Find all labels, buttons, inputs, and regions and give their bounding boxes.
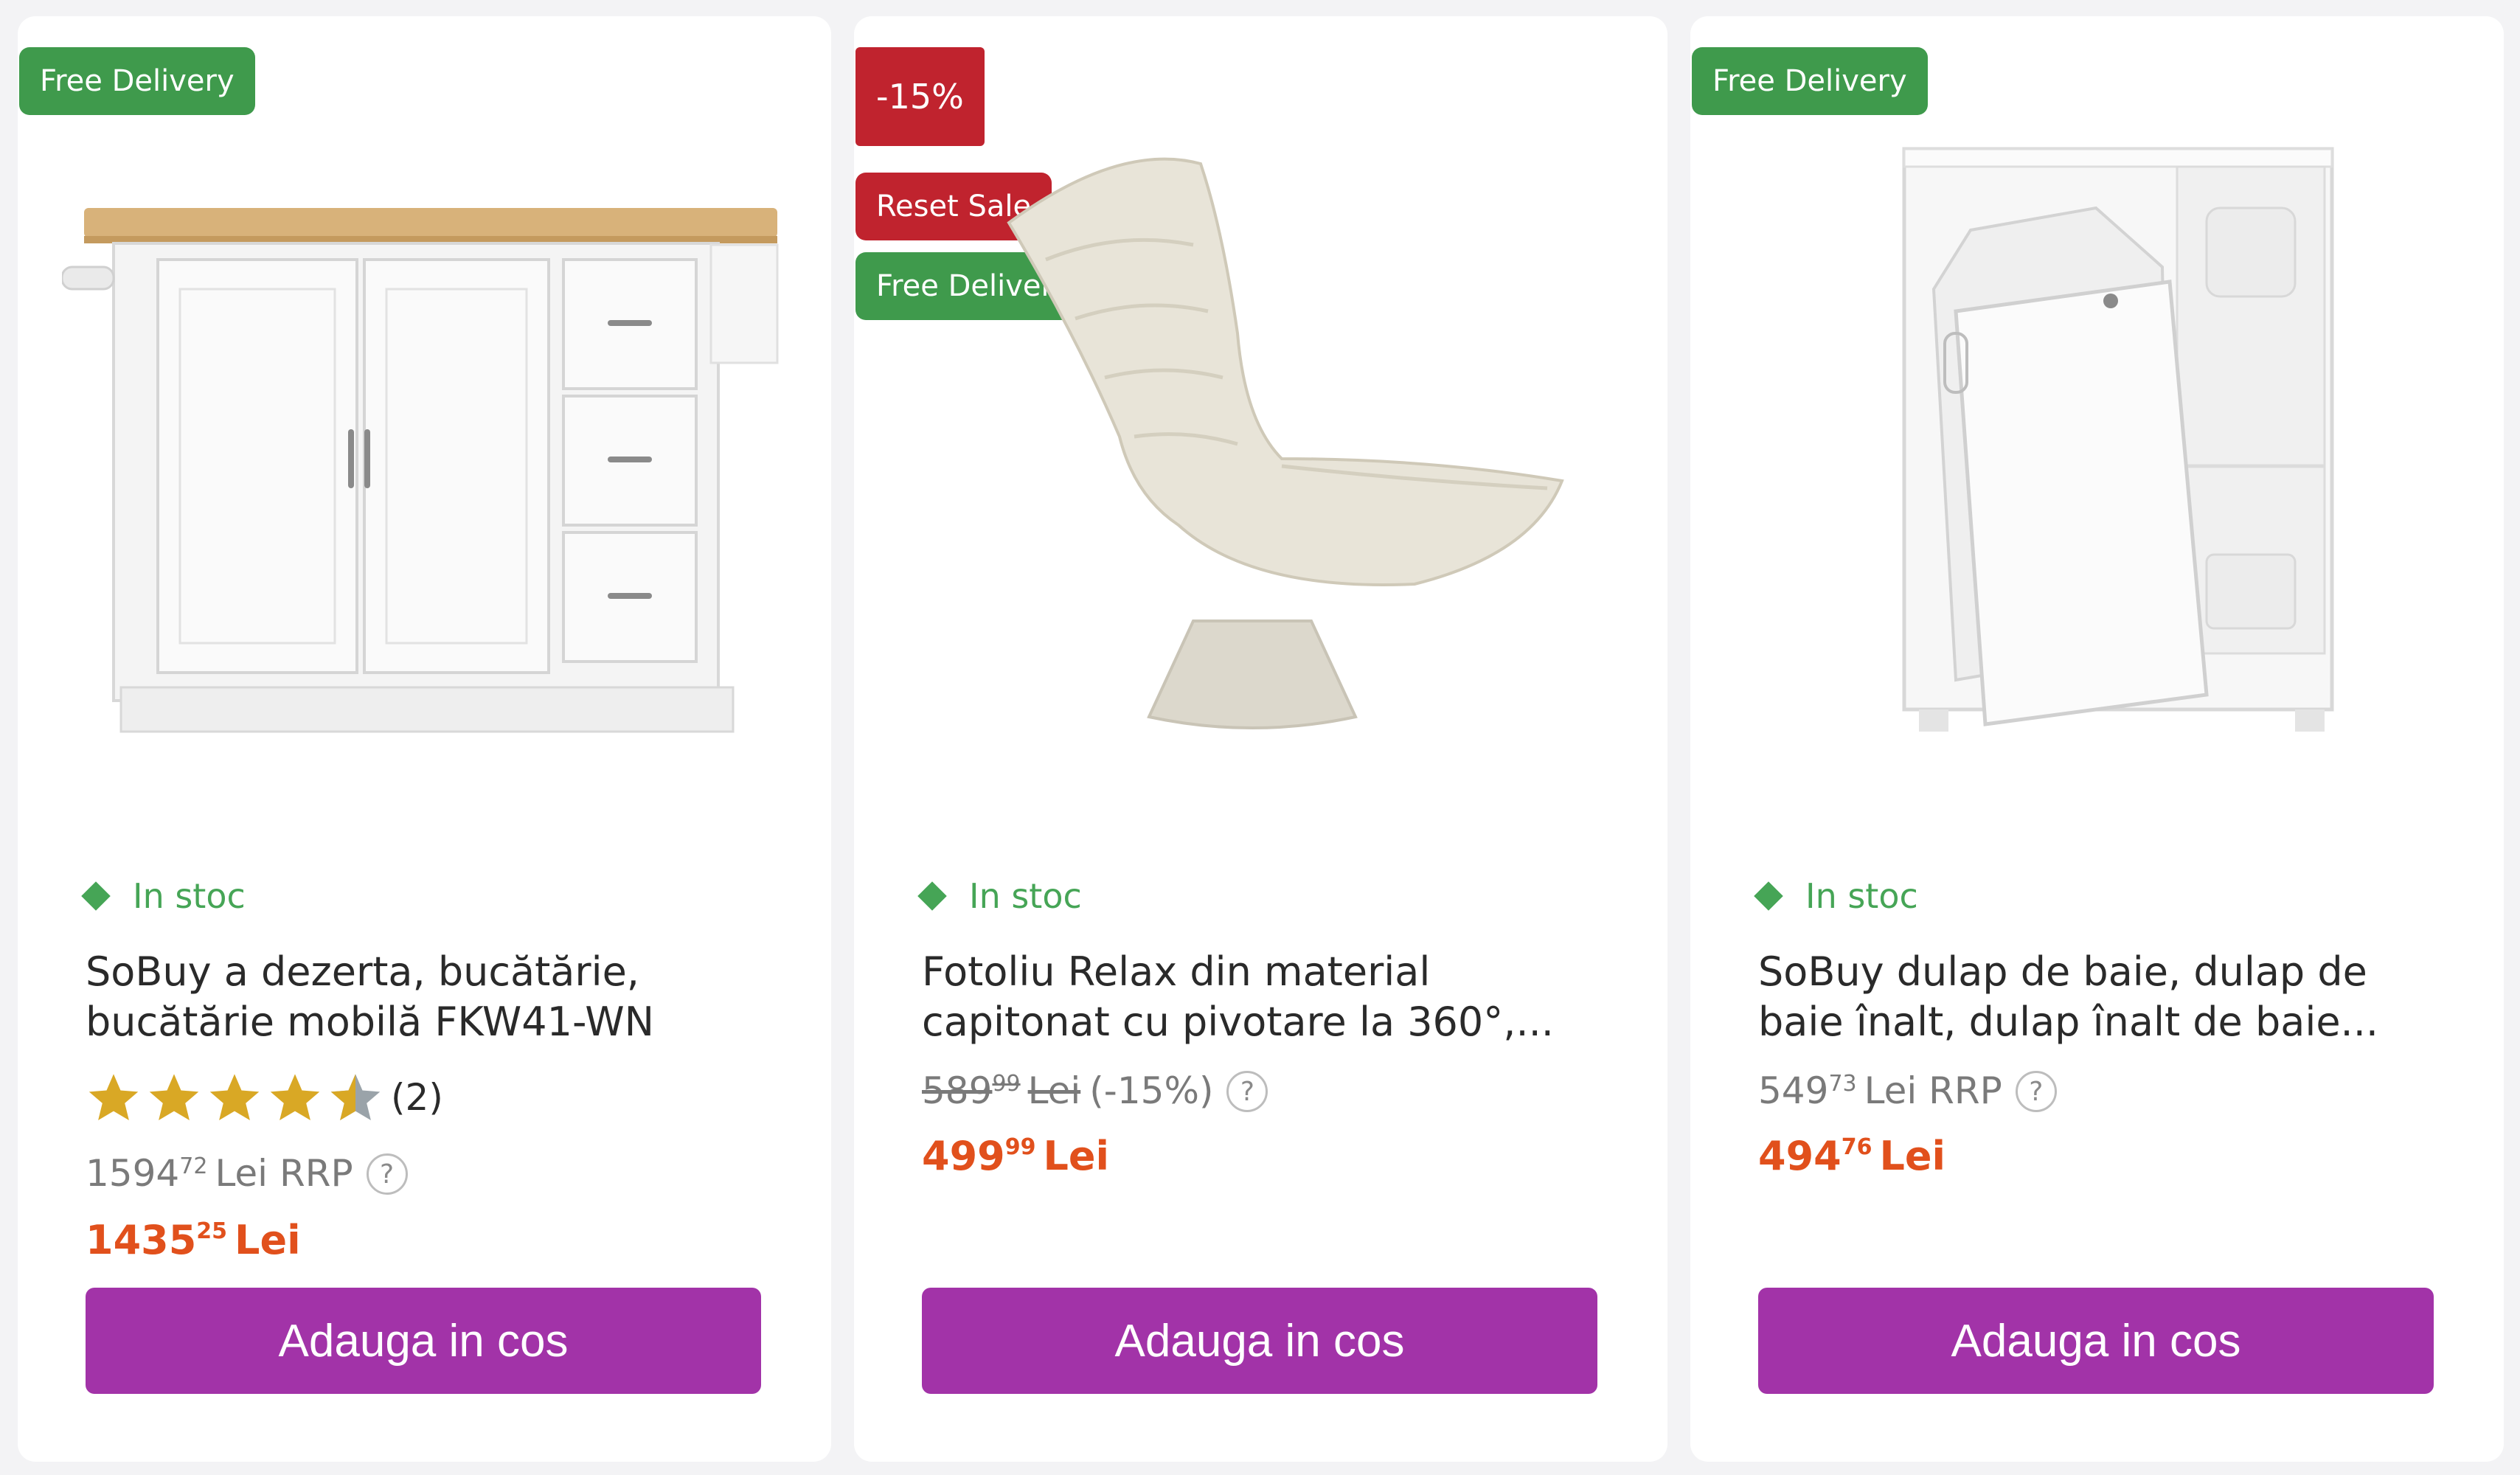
price-currency: Lei (1043, 1133, 1110, 1179)
price-int: 494 (1758, 1133, 1842, 1179)
price-int: 1435 (86, 1217, 197, 1263)
product-title-line: baie înalt, dulap înalt de baie... (1758, 999, 2379, 1045)
rrp-suffix: Lei RRP (1864, 1069, 2002, 1112)
current-price: 1435 25 Lei (86, 1217, 301, 1263)
add-to-cart-button[interactable]: Adauga in cos (86, 1288, 761, 1394)
stock-label: In stoc (133, 876, 246, 916)
star-full-icon (88, 1074, 139, 1121)
in-stock-diamond-icon (81, 881, 111, 911)
bathroom-cabinet-image[interactable] (1735, 112, 2457, 820)
add-to-cart-button[interactable]: Adauga in cos (1758, 1288, 2434, 1394)
add-to-cart-button[interactable]: Adauga in cos (922, 1288, 1597, 1394)
rating[interactable]: (2) (86, 1069, 443, 1125)
product-title-link[interactable]: SoBuy dulap de baie, dulap de baie înalt… (1758, 947, 2451, 1047)
in-stock-diamond-icon (1754, 881, 1783, 911)
old-price: 589 99 Lei (-15%) ? (922, 1069, 1268, 1112)
star-full-icon (209, 1074, 260, 1121)
in-stock-diamond-icon (917, 881, 947, 911)
product-title-line: Fotoliu Relax din material (922, 948, 1431, 995)
price-int: 499 (922, 1133, 1005, 1179)
discount-percent: (-15%) (1089, 1069, 1214, 1112)
lounge-chair-image[interactable] (898, 112, 1621, 820)
current-price: 494 76 Lei (1758, 1133, 1945, 1179)
price-decimals: 25 (196, 1218, 228, 1244)
price-decimals: 99 (1004, 1134, 1036, 1160)
product-title-link[interactable]: SoBuy a dezerta, bucătărie, bucătărie mo… (86, 947, 779, 1047)
rrp-int: 1594 (86, 1152, 180, 1195)
rrp-price: 549 73 Lei RRP ? (1758, 1069, 2057, 1112)
product-title-line: capitonat cu pivotare la 360°,... (922, 999, 1554, 1045)
free-delivery-badge: Free Delivery (19, 47, 255, 115)
product-title-line: SoBuy a dezerta, bucătărie, (86, 948, 639, 995)
product-card[interactable]: Free Delivery In stoc SoBuy a dezerta, b… (18, 16, 831, 1462)
kitchen-island-image[interactable] (62, 112, 785, 820)
product-title-link[interactable]: Fotoliu Relax din material capitonat cu … (922, 947, 1615, 1047)
rrp-decimals: 73 (1828, 1071, 1857, 1097)
product-card[interactable]: -15% Reset Sale Free Delivery In stoc Fo… (854, 16, 1667, 1462)
product-grid: Free Delivery In stoc SoBuy a dezerta, b… (0, 0, 2520, 1475)
rrp-price: 1594 72 Lei RRP ? (86, 1152, 408, 1195)
price-currency: Lei (235, 1217, 301, 1263)
rrp-int: 549 (1758, 1069, 1829, 1112)
rrp-suffix: Lei RRP (215, 1152, 353, 1195)
old-price-decimals: 99 (992, 1071, 1021, 1097)
rating-count: (2) (391, 1076, 443, 1119)
old-price-int: 589 (922, 1069, 993, 1112)
stock-status: In stoc (917, 876, 1082, 916)
stock-status: In stoc (81, 876, 246, 916)
product-title-line: SoBuy dulap de baie, dulap de (1758, 948, 2367, 995)
current-price: 499 99 Lei (922, 1133, 1109, 1179)
old-price-currency: Lei (1027, 1069, 1081, 1112)
star-full-icon (270, 1074, 320, 1121)
help-icon[interactable]: ? (2015, 1071, 2057, 1112)
star-half-icon (330, 1074, 381, 1121)
rrp-decimals: 72 (179, 1153, 208, 1179)
stock-label: In stoc (969, 876, 1082, 916)
stock-status: In stoc (1754, 876, 1918, 916)
product-card[interactable]: Free Delivery In stoc SoBuy dulap de bai… (1690, 16, 2504, 1462)
help-icon[interactable]: ? (1226, 1071, 1268, 1112)
free-delivery-badge: Free Delivery (1692, 47, 1928, 115)
price-decimals: 76 (1841, 1134, 1872, 1160)
price-currency: Lei (1879, 1133, 1946, 1179)
help-icon[interactable]: ? (366, 1153, 408, 1195)
stock-label: In stoc (1805, 876, 1918, 916)
star-full-icon (149, 1074, 199, 1121)
product-title-line: bucătărie mobilă FKW41-WN (86, 999, 655, 1045)
